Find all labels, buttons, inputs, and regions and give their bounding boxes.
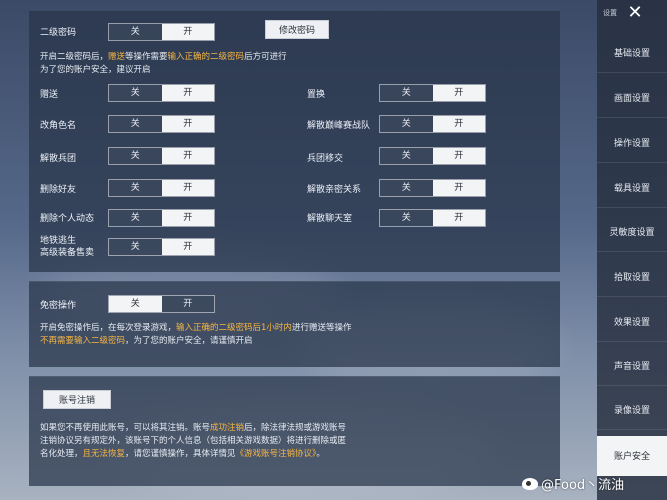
sidebar-item-graphics[interactable]: 画面设置 [597, 78, 667, 118]
account-deletion-description: 如果您不再使用此账号，可以将其注销。账号成功注销后，除法律法规或游戏账号 注销协… [40, 422, 346, 461]
row-label-exchange: 置换 [307, 90, 326, 100]
desc-text: 进行赠送等操作 [291, 323, 352, 333]
desc-highlight: 且无法恢复 [82, 449, 126, 459]
desc-text: 为了您的账户安全，建议开启 [40, 65, 151, 75]
desc-text: 开启二级密码后， [40, 52, 109, 62]
toggle-off-option[interactable]: 关 [380, 85, 433, 101]
toggle-on-option[interactable]: 开 [161, 24, 214, 40]
desc-text: 后，除法律法规或游戏账号 [244, 423, 347, 433]
row-label-rename: 改角色名 [40, 121, 77, 131]
toggle-on-option[interactable]: 开 [432, 116, 485, 132]
desc-text: ，为了您的账户安全，请谨慎开启 [125, 336, 253, 346]
row-label-disband-peak-team: 解散巅峰赛战队 [307, 121, 371, 131]
secondary-password-description: 开启二级密码后，赠送等操作需要输入正确的二级密码后方可进行 为了您的账户安全，建… [40, 51, 287, 77]
desc-highlight: 不再需要输入二级密码 [40, 336, 126, 346]
toggle-on-option[interactable]: 开 [161, 239, 214, 255]
row-label-delete-moments: 删除个人动态 [40, 214, 95, 224]
toggle-off-option[interactable]: 关 [109, 180, 162, 196]
toggle-off-option[interactable]: 关 [109, 116, 162, 132]
toggle-on-option[interactable]: 开 [432, 180, 485, 196]
secondary-password-toggle[interactable]: 关 开 [108, 23, 215, 41]
sidebar-item-sound[interactable]: 声音设置 [597, 346, 667, 386]
toggle-on-option[interactable]: 开 [161, 180, 214, 196]
toggle-off-option[interactable]: 关 [380, 148, 433, 164]
transfer-legion-toggle[interactable]: 关开 [379, 147, 486, 165]
sidebar-item-controls[interactable]: 操作设置 [597, 123, 667, 163]
desc-text: 等操作需要 [125, 52, 168, 62]
toggle-on-option[interactable]: 开 [161, 296, 214, 312]
secondary-password-label: 二级密码 [40, 28, 77, 38]
change-password-button[interactable]: 修改密码 [265, 20, 329, 39]
delete-friend-toggle[interactable]: 关开 [108, 179, 215, 197]
dissolve-relationship-toggle[interactable]: 关开 [379, 179, 486, 197]
disband-chatroom-toggle[interactable]: 关开 [379, 209, 486, 227]
metro-equipment-sale-toggle[interactable]: 关开 [108, 238, 215, 256]
toggle-off-option[interactable]: 关 [380, 180, 433, 196]
row-label-delete-friend: 删除好友 [40, 185, 77, 195]
desc-text: ，请您谨慎操作，具体详情见 [125, 449, 236, 459]
weibo-icon [522, 477, 538, 490]
toggle-on-option[interactable]: 开 [161, 148, 214, 164]
password-free-label: 免密操作 [40, 301, 77, 311]
desc-highlight: 成功注销 [210, 423, 245, 433]
sidebar-item-vehicle[interactable]: 载具设置 [597, 168, 667, 208]
sidebar-item-pickup[interactable]: 拾取设置 [597, 257, 667, 297]
toggle-off-option[interactable]: 关 [109, 85, 162, 101]
sidebar-item-basic[interactable]: 基础设置 [597, 33, 667, 73]
gift-toggle[interactable]: 关开 [108, 84, 215, 102]
rename-toggle[interactable]: 关开 [108, 115, 215, 133]
sidebar-item-replay[interactable]: 录像设置 [597, 390, 667, 430]
desc-text: 注销协议另有规定外，该账号下的个人信息（包括相关游戏数据）将进行删除或匿 [40, 436, 347, 446]
sidebar-item-account-security[interactable]: 账户安全 [597, 436, 667, 476]
desc-text: 名化处理， [40, 449, 83, 459]
close-icon[interactable]: ✕ [625, 3, 645, 23]
watermark: @Food丶流油 [522, 474, 624, 493]
row-label-dissolve-relationship: 解散亲密关系 [307, 185, 362, 195]
disband-peak-team-toggle[interactable]: 关开 [379, 115, 486, 133]
row-label-disband-legion: 解散兵团 [40, 154, 77, 164]
toggle-off-option[interactable]: 关 [109, 24, 162, 40]
desc-highlight: 输入正确的二级密码 [167, 52, 245, 62]
sidebar-item-effects[interactable]: 效果设置 [597, 302, 667, 342]
row-label-disband-chatroom: 解散聊天室 [307, 214, 353, 224]
toggle-on-option[interactable]: 开 [432, 85, 485, 101]
watermark-text: @Food丶流油 [541, 478, 625, 493]
row-label-gift: 赠送 [40, 90, 59, 100]
desc-highlight: 赠送 [108, 52, 126, 62]
settings-sidebar: 设置 ✕ 基础设置 画面设置 操作设置 载具设置 灵敏度设置 拾取设置 效果设置… [597, 0, 667, 500]
desc-text: 开启免密操作后，在每次登录游戏， [40, 323, 177, 333]
delete-moments-toggle[interactable]: 关开 [108, 209, 215, 227]
account-deletion-button[interactable]: 账号注销 [43, 390, 111, 409]
row-label-metro-line1: 地铁逃生 [40, 236, 77, 246]
row-label-transfer-legion: 兵团移交 [307, 154, 344, 164]
desc-text: 后方可进行 [244, 52, 287, 62]
toggle-off-option[interactable]: 关 [109, 148, 162, 164]
desc-text: 如果您不再使用此账号，可以将其注销。账号 [40, 423, 211, 433]
toggle-off-option[interactable]: 关 [109, 296, 162, 312]
desc-text: 。 [316, 449, 325, 459]
toggle-off-option[interactable]: 关 [380, 116, 433, 132]
toggle-on-option[interactable]: 开 [161, 116, 214, 132]
toggle-off-option[interactable]: 关 [380, 210, 433, 226]
password-free-toggle[interactable]: 关开 [108, 295, 215, 313]
account-deletion-panel: 账号注销 如果您不再使用此账号，可以将其注销。账号成功注销后，除法律法规或游戏账… [29, 376, 560, 486]
toggle-on-option[interactable]: 开 [161, 85, 214, 101]
desc-highlight: 输入正确的二级密码后1小时内 [176, 323, 292, 333]
toggle-off-option[interactable]: 关 [109, 239, 162, 255]
toggle-on-option[interactable]: 开 [161, 210, 214, 226]
secondary-password-panel: 二级密码 关 开 修改密码 开启二级密码后，赠送等操作需要输入正确的二级密码后方… [29, 10, 560, 272]
row-label-metro-line2: 高级装备售卖 [40, 248, 95, 258]
sidebar-header: 设置 ✕ [597, 0, 667, 26]
toggle-off-option[interactable]: 关 [109, 210, 162, 226]
exchange-toggle[interactable]: 关开 [379, 84, 486, 102]
sidebar-item-sensitivity[interactable]: 灵敏度设置 [597, 212, 667, 252]
password-free-description: 开启免密操作后，在每次登录游戏，输入正确的二级密码后1小时内进行赠送等操作 不再… [40, 322, 351, 348]
sidebar-title: 设置 [603, 9, 617, 17]
password-free-panel: 免密操作 关开 开启免密操作后，在每次登录游戏，输入正确的二级密码后1小时内进行… [29, 281, 560, 367]
deletion-agreement-link[interactable]: 《游戏账号注销协议》 [236, 449, 317, 459]
disband-legion-toggle[interactable]: 关开 [108, 147, 215, 165]
toggle-on-option[interactable]: 开 [432, 148, 485, 164]
toggle-on-option[interactable]: 开 [432, 210, 485, 226]
